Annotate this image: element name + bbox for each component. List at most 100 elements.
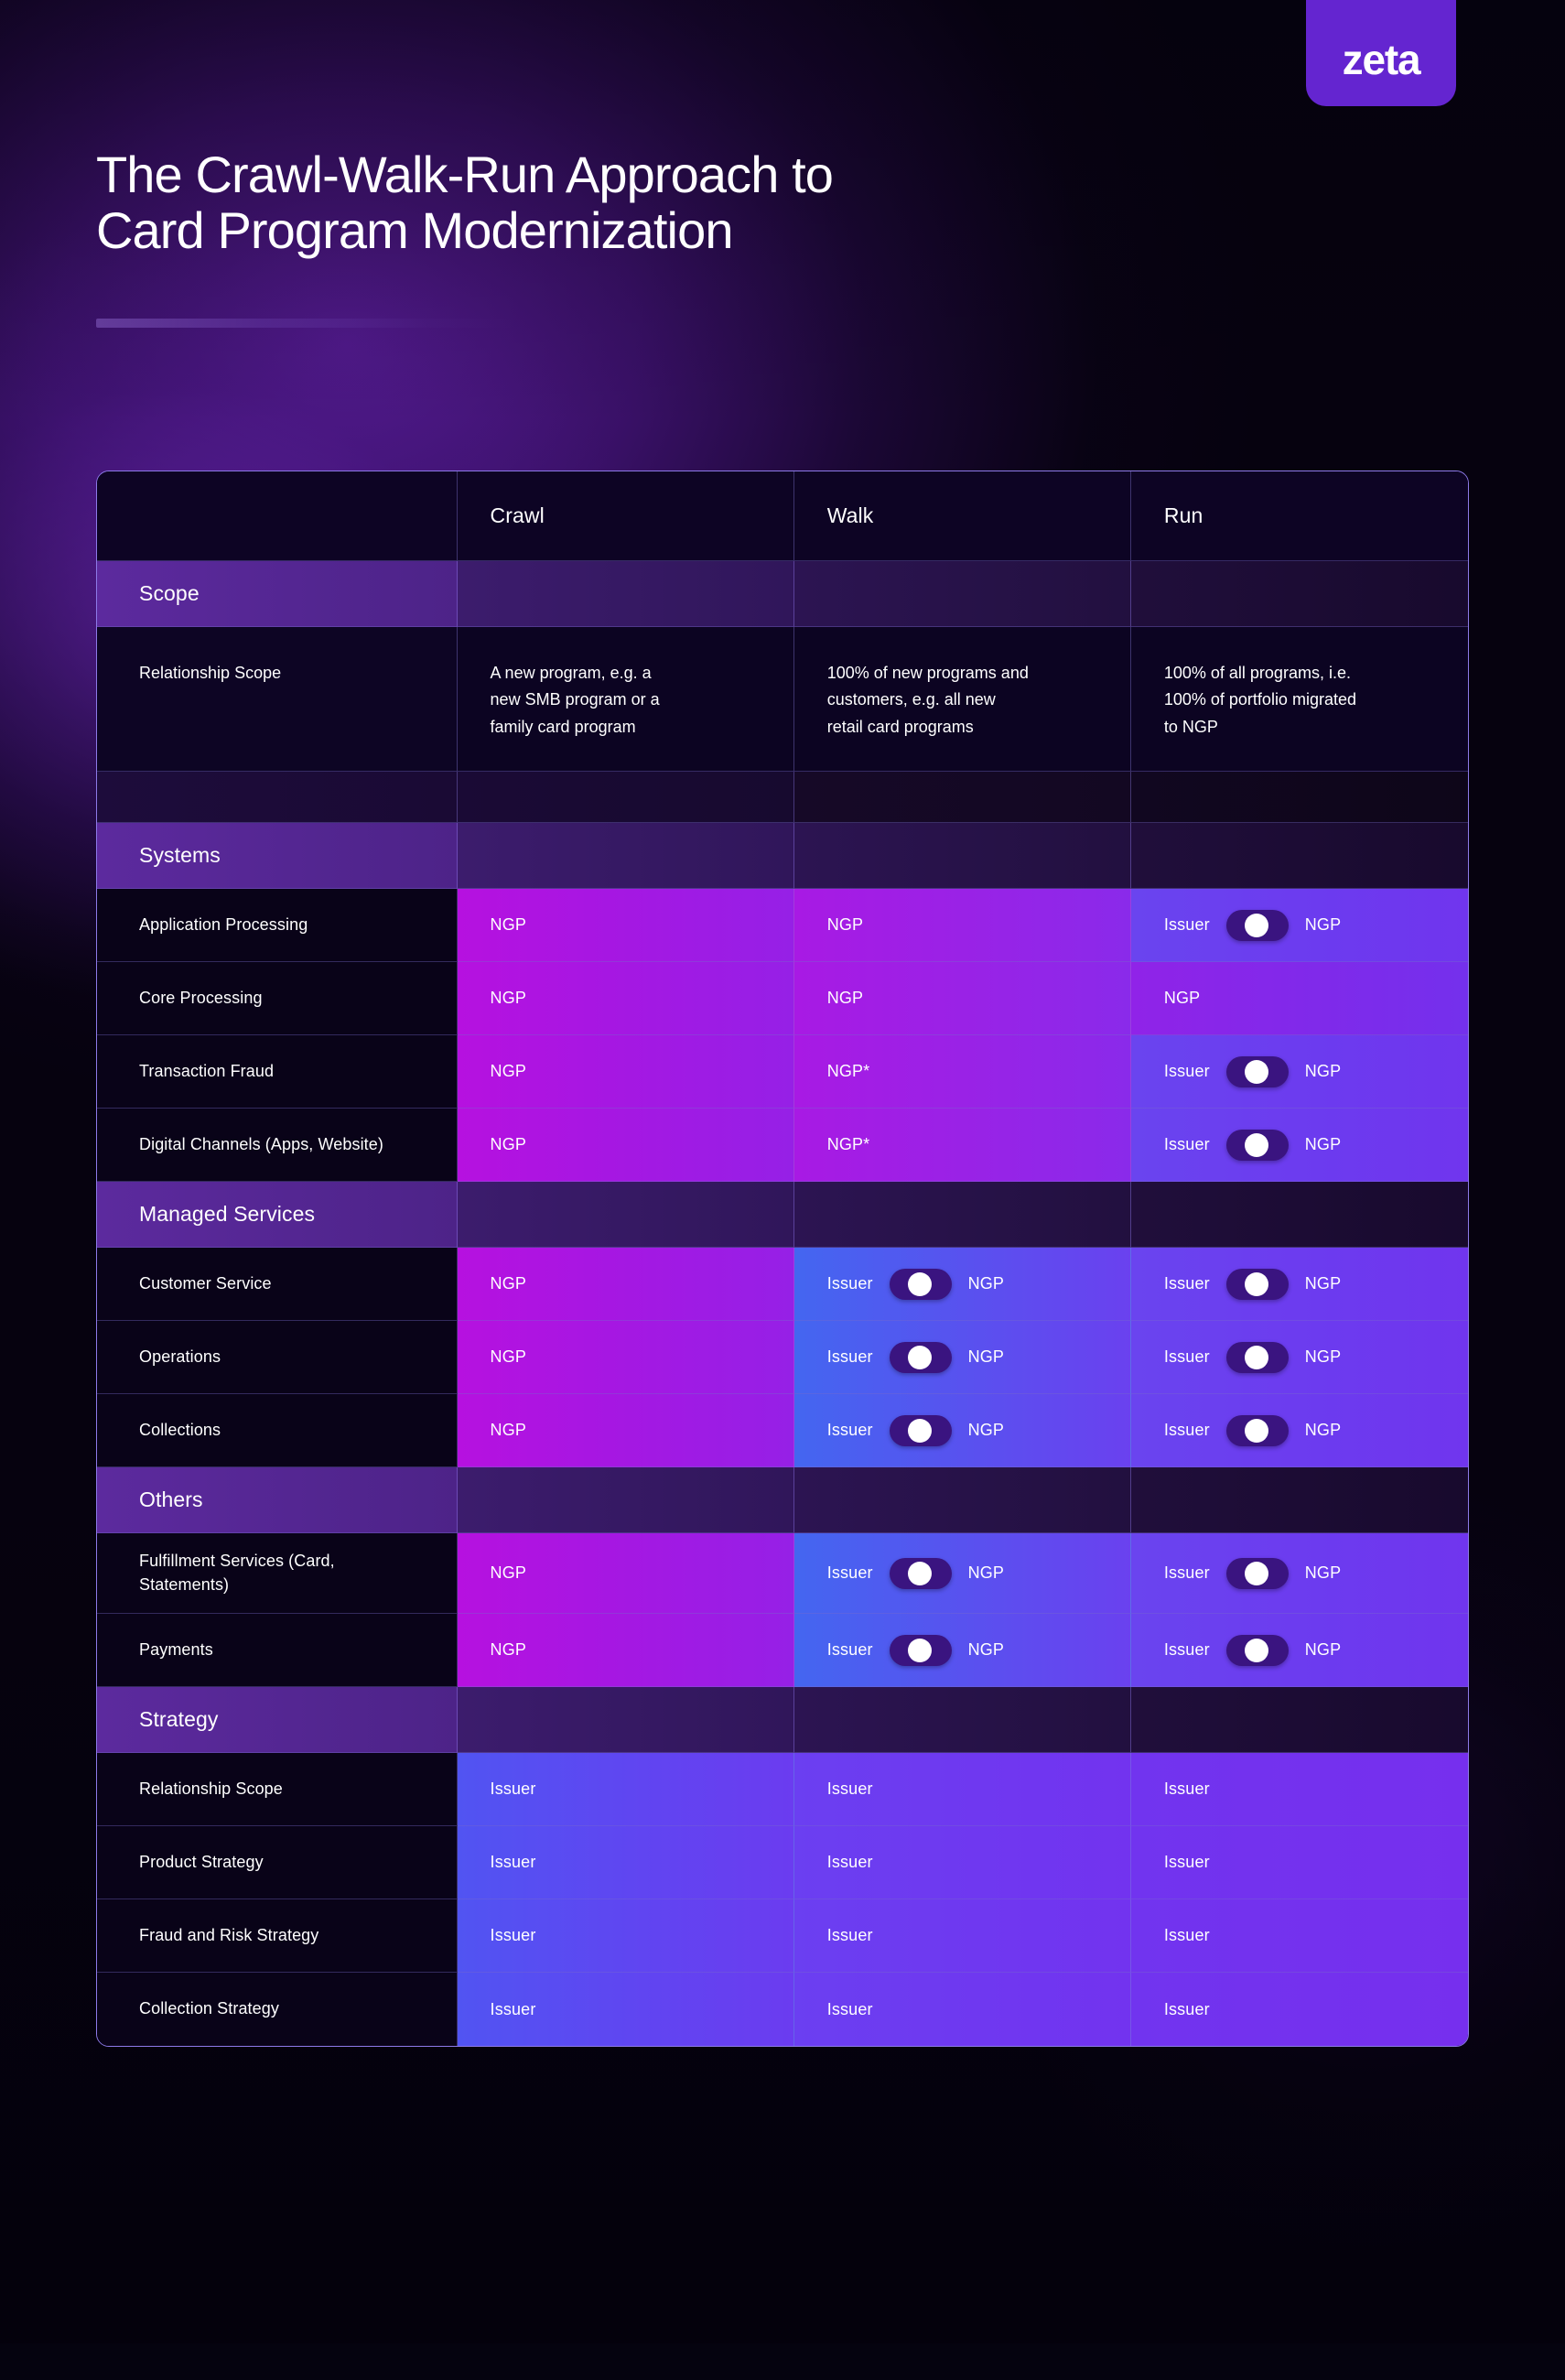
title-divider (96, 319, 517, 329)
ownership-toggle[interactable]: Issuer NGP (827, 1557, 1004, 1589)
ownership-value: NGP (826, 915, 864, 934)
toggle-switch-icon[interactable] (1225, 1414, 1289, 1446)
ownership-value: Issuer (826, 1853, 873, 1871)
ownership-toggle-cell: Issuer NGP (793, 1533, 1131, 1614)
ownership-value: Issuer (1163, 1853, 1210, 1871)
toggle-switch-icon[interactable] (889, 1414, 952, 1446)
ownership-value: NGP* (826, 1062, 870, 1080)
row-label-cell: Application Processing (97, 889, 458, 962)
ownership-toggle-cell: Issuer NGP (793, 1321, 1131, 1394)
ownership-toggle[interactable]: Issuer NGP (1164, 1129, 1342, 1161)
ownership-toggle[interactable]: Issuer NGP (1163, 1634, 1341, 1666)
section-title: Others (139, 1488, 203, 1511)
toggle-switch-icon[interactable] (1225, 1268, 1289, 1300)
column-header-label: Walk (826, 503, 874, 527)
toggle-right-label: NGP (1304, 1274, 1342, 1293)
spacer-cell (97, 772, 458, 823)
row-description-cell: 100% of new programs and customers, e.g.… (793, 627, 1131, 772)
toggle-right-label: NGP (1304, 1135, 1342, 1153)
toggle-switch-icon[interactable] (889, 1634, 952, 1666)
row-label-cell: Core Processing (97, 962, 458, 1035)
toggle-right-label: NGP (967, 1274, 1005, 1293)
section-filler-cell (457, 561, 794, 627)
toggle-left-label: Issuer (1163, 915, 1210, 934)
toggle-switch-icon[interactable] (889, 1341, 952, 1373)
toggle-knob (1244, 1418, 1268, 1443)
row-label: Application Processing (139, 914, 308, 934)
toggle-switch-icon[interactable] (1225, 1634, 1289, 1666)
ownership-value: NGP (490, 1640, 527, 1659)
column-header-crawl: Crawl (457, 471, 794, 561)
toggle-left-label: Issuer (826, 1640, 873, 1659)
table-header-corner (97, 471, 458, 561)
ownership-value: NGP (490, 989, 527, 1007)
toggle-switch-icon[interactable] (1225, 1557, 1289, 1589)
ownership-toggle[interactable]: Issuer NGP (1163, 1557, 1341, 1589)
table-row: Product Strategy Issuer Issuer Issuer (97, 1826, 1468, 1899)
ownership-value: NGP (490, 1421, 527, 1439)
row-label-cell: Relationship Scope (97, 627, 458, 772)
ownership-value-cell: NGP (793, 889, 1131, 962)
toggle-switch-icon[interactable] (1225, 1129, 1289, 1161)
ownership-value: Issuer (490, 1926, 536, 1944)
section-filler-cell (1130, 561, 1468, 627)
toggle-left-label: Issuer (1163, 1563, 1210, 1582)
ownership-value: Issuer (826, 1926, 873, 1944)
ownership-value-cell: NGP (457, 1533, 794, 1614)
ownership-toggle[interactable]: Issuer NGP (1163, 909, 1342, 941)
ownership-value: Issuer (490, 1780, 536, 1798)
ownership-toggle[interactable]: Issuer NGP (1164, 1414, 1342, 1446)
ownership-toggle-cell: Issuer NGP (1130, 1614, 1468, 1687)
row-label-cell: Relationship Scope (97, 1753, 458, 1826)
toggle-knob (907, 1561, 932, 1585)
zeta-logo: zeta (1306, 0, 1456, 106)
toggle-switch-icon[interactable] (1225, 909, 1289, 941)
section-filler-cell (457, 1182, 794, 1248)
spacer-row (97, 772, 1468, 823)
row-label: Relationship Scope (139, 664, 282, 682)
toggle-switch-icon[interactable] (1225, 1055, 1289, 1087)
ownership-value-cell: Issuer (1130, 1826, 1468, 1899)
ownership-value: Issuer (1163, 1999, 1210, 2018)
section-filler-cell (1130, 823, 1468, 889)
section-filler-cell (1130, 1467, 1468, 1533)
row-label: Transaction Fraud (139, 1061, 275, 1080)
table-row: Digital Channels (Apps, Website) NGP NGP* I… (97, 1109, 1468, 1182)
ownership-toggle[interactable]: Issuer NGP (1164, 1268, 1342, 1300)
row-label: Collection Strategy (139, 1999, 279, 2018)
ownership-toggle-cell: Issuer NGP (793, 1614, 1131, 1687)
ownership-value-cell: NGP (793, 962, 1131, 1035)
ownership-value-cell: NGP (457, 1394, 794, 1467)
ownership-toggle-cell: Issuer NGP (1130, 1248, 1468, 1321)
row-description-text: 100% of all programs, i.e. 100% of portf… (1163, 664, 1356, 736)
toggle-right-label: NGP (1304, 915, 1342, 934)
ownership-toggle[interactable]: Issuer NGP (1164, 1055, 1341, 1087)
toggle-right-label: NGP (1304, 1421, 1342, 1439)
column-header-label: Run (1163, 503, 1203, 527)
ownership-toggle[interactable]: Issuer NGP (1164, 1341, 1342, 1373)
toggle-right-label: NGP (1304, 1347, 1342, 1366)
row-label-cell: Fulfillment Services (Card, Statements) (97, 1533, 458, 1614)
section-header-cell: Systems (97, 823, 458, 889)
table-row: Collection Strategy Issuer Issuer Issuer (97, 1973, 1468, 2046)
ownership-toggle[interactable]: Issuer NGP (826, 1414, 1004, 1446)
row-label: Core Processing (139, 988, 263, 1007)
toggle-switch-icon[interactable] (889, 1557, 952, 1589)
row-description-text: 100% of new programs and customers, e.g.… (826, 664, 1029, 736)
toggle-right-label: NGP (967, 1640, 1005, 1659)
ownership-value-cell: NGP (457, 889, 794, 962)
ownership-toggle[interactable]: Issuer NGP (827, 1268, 1005, 1300)
ownership-value: NGP* (826, 1135, 870, 1153)
row-label-cell: Payments (97, 1614, 458, 1687)
toggle-left-label: Issuer (826, 1421, 873, 1439)
ownership-toggle[interactable]: Issuer NGP (826, 1634, 1005, 1666)
toggle-switch-icon[interactable] (889, 1268, 952, 1300)
row-description-cell: A new program, e.g. a new SMB program or… (457, 627, 794, 772)
toggle-switch-icon[interactable] (1225, 1341, 1289, 1373)
spacer-cell (793, 772, 1131, 823)
toggle-left-label: Issuer (1163, 1640, 1210, 1659)
section-row: Strategy (97, 1687, 1468, 1753)
table-row: Transaction Fraud NGP NGP* Issuer NGP (97, 1035, 1468, 1109)
toggle-knob (1244, 913, 1268, 937)
ownership-toggle[interactable]: Issuer NGP (827, 1341, 1004, 1373)
